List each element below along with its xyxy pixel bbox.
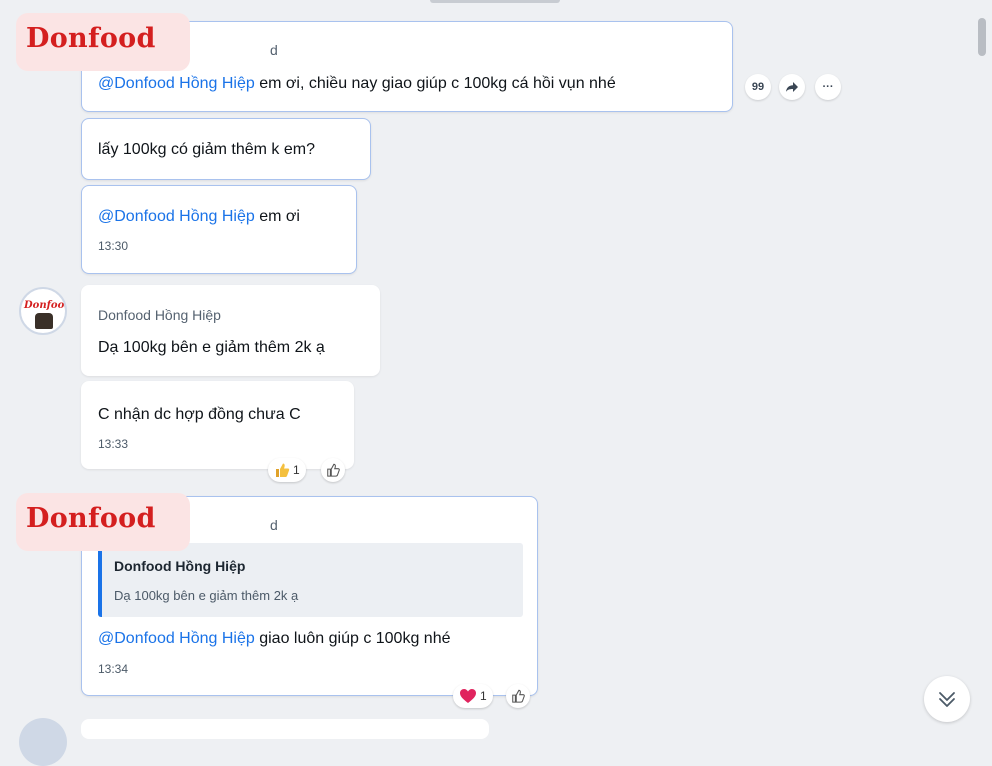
reaction-count: 1	[293, 463, 300, 477]
quote-text: Dạ 100kg bên e giảm thêm 2k ạ	[114, 588, 299, 603]
quoted-message[interactable]: Donfood Hồng Hiệp Dạ 100kg bên e giảm th…	[98, 543, 523, 617]
mention-link[interactable]: @Donfood Hồng Hiệp	[98, 75, 255, 92]
heart-icon	[460, 689, 476, 703]
reaction-summary[interactable]: 1	[453, 684, 493, 708]
share-button[interactable]	[779, 74, 805, 100]
message-text: @Donfood Hồng Hiệp giao luôn giúp c 100k…	[98, 630, 451, 647]
share-icon	[786, 82, 798, 92]
avatar[interactable]	[19, 718, 67, 766]
message-text: C nhận dc hợp đồng chưa C	[98, 406, 301, 423]
message-bubble[interactable]: Donfood Hồng Hiệp Dạ 100kg bên e giảm th…	[81, 285, 380, 376]
like-button[interactable]	[506, 684, 530, 708]
message-bubble[interactable]: C nhận dc hợp đồng chưa C 13:33	[81, 381, 354, 469]
avatar-figure	[35, 313, 53, 329]
message-bubble[interactable]	[81, 719, 489, 739]
like-button[interactable]	[321, 458, 345, 482]
mention-link[interactable]: @Donfood Hồng Hiệp	[98, 208, 255, 225]
quote-button[interactable]: 99	[745, 74, 771, 100]
scroll-indicator-top	[430, 0, 560, 3]
mention-link[interactable]: @Donfood Hồng Hiệp	[98, 630, 255, 647]
more-icon: ···	[822, 81, 834, 93]
avatar[interactable]: Donfood	[19, 287, 67, 335]
sender-name-partial: d	[270, 517, 278, 533]
message-time: 13:34	[98, 662, 129, 676]
brand-watermark: Donfood	[16, 13, 190, 71]
more-button[interactable]: ···	[815, 74, 841, 100]
message-text: Dạ 100kg bên e giảm thêm 2k ạ	[98, 339, 325, 356]
sender-name: Donfood Hồng Hiệp	[98, 307, 221, 323]
reaction-count: 1	[480, 689, 487, 703]
message-text: @Donfood Hồng Hiệp em ơi, chiều nay giao…	[98, 75, 616, 92]
like-icon	[327, 463, 340, 477]
like-icon	[512, 689, 525, 703]
sender-name-partial: d	[270, 42, 278, 58]
reaction-summary[interactable]: 1	[268, 458, 306, 482]
scrollbar-thumb[interactable]	[978, 18, 986, 56]
message-time: 13:33	[98, 437, 129, 451]
chevron-double-down-icon	[939, 692, 955, 707]
quote-icon: 99	[751, 81, 765, 93]
brand-logo-text: Donfood	[26, 23, 156, 54]
brand-logo-text: Donfood	[26, 503, 156, 534]
message-text: @Donfood Hồng Hiệp em ơi	[98, 208, 300, 225]
thumbs-up-emoji	[276, 463, 290, 477]
message-text: lấy 100kg có giảm thêm k em?	[98, 141, 315, 158]
message-time: 13:30	[98, 239, 129, 253]
message-bubble[interactable]: @Donfood Hồng Hiệp em ơi 13:30	[81, 185, 357, 274]
scroll-to-bottom-button[interactable]	[924, 676, 970, 722]
avatar-logo-text: Donfood	[24, 300, 67, 311]
message-bubble[interactable]: lấy 100kg có giảm thêm k em?	[81, 118, 371, 180]
brand-watermark: Donfood	[16, 493, 190, 551]
quote-author: Donfood Hồng Hiệp	[114, 558, 246, 574]
